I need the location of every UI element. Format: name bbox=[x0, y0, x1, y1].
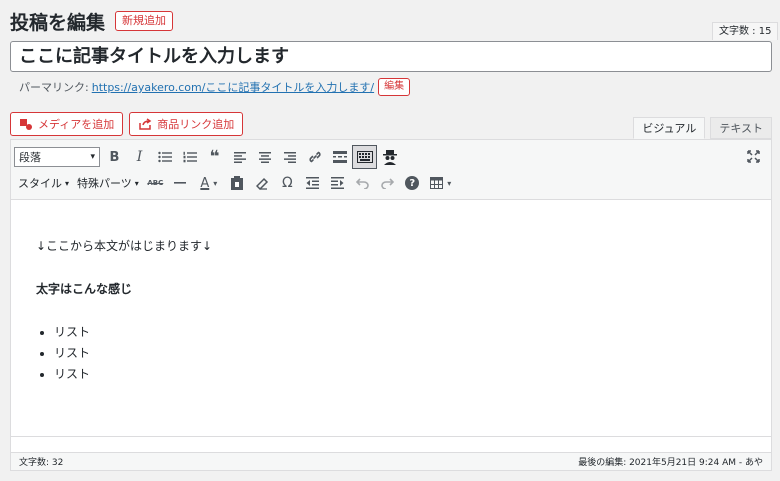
add-product-link-button[interactable]: 商品リンク追加 bbox=[129, 112, 244, 136]
media-buttons: メディアを追加 商品リンク追加 bbox=[10, 112, 249, 136]
detective-icon bbox=[382, 150, 397, 165]
toolbar-row-2: スタイル ▾ 特殊パーツ ▾ ABC A ▾ Ω ? ▾ bbox=[14, 170, 457, 196]
body-list: リスト リスト リスト bbox=[36, 322, 747, 385]
list-item: リスト bbox=[36, 322, 747, 343]
redo-icon bbox=[381, 178, 394, 189]
read-more-button[interactable] bbox=[327, 145, 352, 169]
eraser-icon bbox=[255, 177, 268, 190]
align-center-icon bbox=[258, 151, 271, 163]
numbered-list-icon bbox=[183, 151, 197, 163]
align-right-icon bbox=[283, 151, 296, 163]
table-icon bbox=[430, 177, 444, 189]
special-parts-menu[interactable]: 特殊パーツ ▾ bbox=[73, 171, 143, 195]
body-bold-paragraph: 太字はこんな感じ bbox=[36, 282, 133, 296]
chevron-down-icon: ▾ bbox=[213, 178, 218, 188]
fullscreen-button[interactable] bbox=[743, 146, 763, 166]
table-button[interactable]: ▾ bbox=[425, 171, 457, 195]
numbered-list-button[interactable] bbox=[177, 145, 202, 169]
bold-button[interactable]: B bbox=[102, 145, 127, 169]
toolbar-toggle-button[interactable] bbox=[352, 145, 377, 169]
indent-icon bbox=[330, 177, 344, 189]
link-icon bbox=[308, 151, 321, 163]
permalink-url[interactable]: https://ayakero.com/ここに記事タイトルを入力します/ bbox=[92, 79, 374, 95]
align-left-button[interactable] bbox=[227, 145, 252, 169]
chevron-down-icon: ▾ bbox=[65, 178, 70, 188]
align-center-button[interactable] bbox=[252, 145, 277, 169]
body-paragraph: ↓ここから本文がはじまります↓ bbox=[36, 239, 213, 253]
word-count: 文字数: 32 bbox=[19, 458, 64, 468]
outdent-button[interactable] bbox=[300, 171, 325, 195]
align-left-icon bbox=[233, 151, 246, 163]
strikethrough-icon: ABC bbox=[147, 179, 164, 187]
bullet-list-icon bbox=[157, 151, 172, 163]
editor: 段落 ▾ B I ❝ スタイル ▾ 特殊パーツ ▾ ABC A ▾ Ω ? ▾ … bbox=[10, 139, 772, 471]
editor-content[interactable]: ↓ここから本文がはじまります↓ 太字はこんな感じ リスト リスト リスト bbox=[11, 201, 771, 436]
fullscreen-icon bbox=[746, 149, 760, 163]
horizontal-line-button[interactable] bbox=[168, 171, 193, 195]
align-right-button[interactable] bbox=[277, 145, 302, 169]
chevron-down-icon: ▾ bbox=[90, 152, 95, 162]
editor-toolbar: 段落 ▾ B I ❝ スタイル ▾ 特殊パーツ ▾ ABC A ▾ Ω ? ▾ bbox=[11, 140, 771, 200]
help-button[interactable]: ? bbox=[400, 171, 425, 195]
chevron-down-icon: ▾ bbox=[134, 178, 139, 188]
redo-button[interactable] bbox=[375, 171, 400, 195]
horizontal-line-icon bbox=[174, 182, 187, 184]
quote-icon: ❝ bbox=[209, 147, 220, 167]
add-media-button[interactable]: メディアを追加 bbox=[10, 112, 124, 136]
format-select[interactable]: 段落 ▾ bbox=[14, 147, 100, 167]
list-item: リスト bbox=[36, 364, 747, 385]
editor-statusbar: 文字数: 32 最後の編集: 2021年5月21日 9:24 AM - あや bbox=[11, 436, 771, 470]
strikethrough-button[interactable]: ABC bbox=[143, 171, 168, 195]
add-media-label: メディアを追加 bbox=[38, 118, 115, 131]
permalink-edit-button[interactable]: 編集 bbox=[378, 78, 411, 96]
undo-icon bbox=[355, 178, 369, 189]
status-info: 文字数: 32 最後の編集: 2021年5月21日 9:24 AM - あや bbox=[11, 452, 771, 470]
blockquote-button[interactable]: ❝ bbox=[202, 145, 227, 169]
clipboard-icon bbox=[231, 176, 244, 190]
bold-icon: B bbox=[109, 149, 120, 165]
list-item: リスト bbox=[36, 343, 747, 364]
tab-text[interactable]: テキスト bbox=[710, 117, 772, 139]
permalink: パーマリンク: https://ayakero.com/ここに記事タイトルを入力… bbox=[19, 77, 411, 97]
media-icon bbox=[20, 119, 32, 130]
editor-tabs: ビジュアル テキスト bbox=[628, 117, 772, 139]
read-more-icon bbox=[332, 151, 347, 163]
share-icon bbox=[139, 118, 152, 130]
add-new-button[interactable]: 新規追加 bbox=[115, 11, 174, 31]
detective-button[interactable] bbox=[377, 145, 402, 169]
tab-visual[interactable]: ビジュアル bbox=[633, 117, 706, 139]
italic-button[interactable]: I bbox=[127, 145, 152, 169]
keyboard-icon bbox=[356, 151, 373, 163]
format-select-value: 段落 bbox=[19, 151, 41, 164]
special-character-button[interactable]: Ω bbox=[275, 171, 300, 195]
heading-row: 投稿を編集 新規追加 bbox=[10, 8, 174, 34]
text-color-button[interactable]: A ▾ bbox=[193, 171, 225, 195]
omega-icon: Ω bbox=[281, 175, 293, 191]
title-char-count: 文字数 : 15 bbox=[712, 22, 779, 40]
text-color-icon: A bbox=[200, 175, 210, 191]
last-edited: 最後の編集: 2021年5月21日 9:24 AM - あや bbox=[578, 458, 763, 468]
toolbar-row-1: 段落 ▾ B I ❝ bbox=[14, 144, 402, 170]
help-icon: ? bbox=[405, 176, 420, 190]
italic-icon: I bbox=[136, 149, 143, 165]
post-title-input[interactable]: ここに記事タイトルを入力します bbox=[10, 41, 772, 72]
undo-button[interactable] bbox=[350, 171, 375, 195]
permalink-label: パーマリンク: bbox=[19, 81, 89, 94]
bullet-list-button[interactable] bbox=[152, 145, 177, 169]
link-button[interactable] bbox=[302, 145, 327, 169]
paste-text-button[interactable] bbox=[225, 171, 250, 195]
special-parts-label: 特殊パーツ bbox=[77, 177, 132, 190]
page-title: 投稿を編集 bbox=[10, 11, 106, 34]
add-product-label: 商品リンク追加 bbox=[157, 118, 235, 131]
style-menu-label: スタイル bbox=[18, 177, 62, 190]
outdent-icon bbox=[305, 177, 319, 189]
clear-formatting-button[interactable] bbox=[250, 171, 275, 195]
chevron-down-icon: ▾ bbox=[447, 178, 452, 188]
style-menu[interactable]: スタイル ▾ bbox=[14, 171, 73, 195]
indent-button[interactable] bbox=[325, 171, 350, 195]
